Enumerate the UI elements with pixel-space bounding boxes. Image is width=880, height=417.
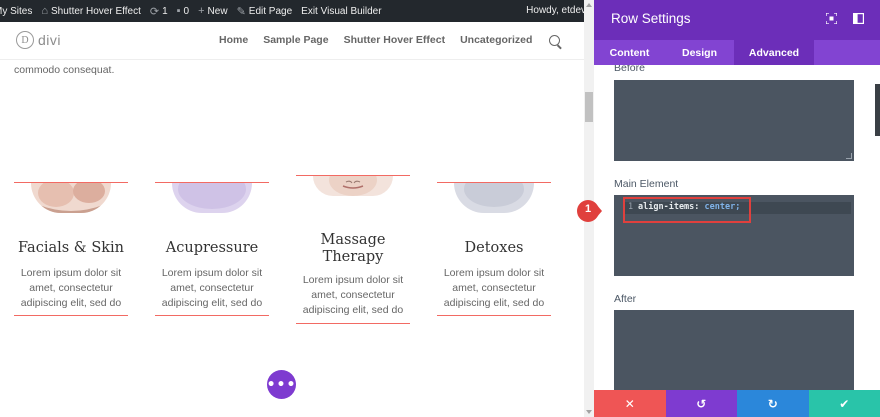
card-desc-line-1: Lorem ipsum dolor sit (20, 267, 122, 279)
main-nav: Home Sample Page Shutter Hover Effect Un… (219, 34, 561, 46)
intro-text: commodo consequat. (14, 64, 115, 76)
new-label: New (207, 5, 228, 17)
exit-builder-label: Exit Visual Builder (301, 5, 382, 17)
edit-page-label: Edit Page (248, 5, 293, 17)
annotation-callout: 1 (576, 199, 602, 223)
card-image-acupressure (172, 183, 252, 213)
panel-tabs: Content Design Advanced (594, 40, 880, 65)
nav-home[interactable]: Home (219, 34, 248, 46)
tab-content[interactable]: Content (594, 40, 665, 65)
card-bottom-border (14, 315, 128, 316)
callout-number: 1 (584, 203, 592, 215)
site-name-link[interactable]: ⌂ Shutter Hover Effect (41, 5, 141, 17)
tab-design[interactable]: Design (665, 40, 734, 65)
panel-footer: ✕ ↺ ↻ ✔ (594, 390, 880, 417)
my-sites-label: My Sites (0, 5, 33, 17)
card-desc-line-1: Lorem ipsum dolor sit (161, 267, 263, 279)
expand-icon[interactable] (826, 13, 837, 24)
before-label: Before (614, 65, 645, 74)
card-desc-line-2: amet, consectetur (311, 289, 395, 301)
card-title-line-2: Therapy (322, 249, 384, 265)
account-menu[interactable]: Howdy, etdev (526, 5, 586, 16)
discard-button[interactable]: ✕ (594, 390, 666, 417)
wp-admin-bar: My Sites ⌂ Shutter Hover Effect ⟳ 1 ▪ 0 … (0, 0, 594, 22)
close-icon: ✕ (624, 396, 635, 411)
scroll-down-icon[interactable] (586, 410, 592, 414)
exit-visual-builder-link[interactable]: Exit Visual Builder (301, 6, 381, 17)
after-css-editor[interactable] (614, 310, 854, 390)
card-desc-line-2: amet, consectetur (452, 282, 536, 294)
search-icon[interactable] (549, 35, 561, 46)
save-button[interactable]: ✔ (808, 390, 880, 417)
my-sites-link[interactable]: My Sites (0, 6, 32, 17)
card-image-massage (313, 176, 393, 196)
card-desc-line-1: Lorem ipsum dolor sit (443, 267, 545, 279)
comments-count: 0 (183, 5, 190, 17)
card-image-facials (31, 183, 111, 213)
card-title-line-1: Massage (320, 232, 386, 248)
tab-advanced[interactable]: Advanced (734, 40, 814, 65)
builder-more-button[interactable]: ••• (267, 370, 296, 399)
nav-shutter-hover-effect[interactable]: Shutter Hover Effect (344, 34, 446, 46)
card-desc-line-3: adipiscing elit, sed do (443, 297, 545, 309)
card-bottom-border (296, 323, 410, 324)
edit-page-link[interactable]: ✎ Edit Page (237, 5, 293, 18)
panel-title: Row Settings (611, 11, 691, 26)
site-header: D divi Home Sample Page Shutter Hover Ef… (0, 22, 584, 60)
comment-icon: ▪ (176, 5, 181, 17)
check-icon: ✔ (839, 396, 850, 411)
card-title: Acupressure (165, 240, 259, 256)
site-logo[interactable]: D divi (16, 31, 61, 49)
undo-button[interactable]: ↺ (665, 390, 737, 417)
scroll-up-icon[interactable] (586, 3, 592, 7)
scrollbar-thumb[interactable] (585, 92, 593, 122)
sidebar-dock-icon[interactable] (853, 13, 864, 24)
new-content-link[interactable]: + New (198, 5, 227, 17)
card-title: Detoxes (464, 240, 524, 256)
card-desc-line-2: amet, consectetur (170, 282, 254, 294)
before-css-editor[interactable] (614, 80, 854, 161)
main-element-label: Main Element (614, 178, 679, 190)
undo-icon: ↺ (696, 396, 707, 411)
card-bottom-border (155, 315, 269, 316)
panel-header: Row Settings (594, 0, 880, 40)
card-desc-line-2: amet, consectetur (29, 282, 113, 294)
plus-icon: + (198, 5, 205, 17)
logo-text: divi (38, 32, 62, 48)
after-label: After (614, 293, 637, 305)
page-content: commodo consequat. Facials & Skin Lorem … (0, 61, 584, 417)
updates-link[interactable]: ⟳ 1 (150, 5, 168, 18)
annotation-highlight-box (623, 197, 751, 223)
panel-scrollbar[interactable] (875, 84, 880, 136)
card-desc-line-3: adipiscing elit, sed do (161, 297, 263, 309)
card-desc-line-3: adipiscing elit, sed do (302, 304, 404, 316)
nav-sample-page[interactable]: Sample Page (263, 34, 328, 46)
redo-icon: ↻ (767, 396, 778, 411)
logo-mark: D (16, 31, 34, 49)
panel-body: Before Main Element 1 align-items: cente… (594, 65, 880, 390)
card-desc-line-1: Lorem ipsum dolor sit (302, 274, 404, 286)
card-bottom-border (437, 315, 551, 316)
nav-uncategorized[interactable]: Uncategorized (460, 34, 532, 46)
card-image-detoxes (454, 183, 534, 213)
site-name-label: Shutter Hover Effect (51, 5, 141, 17)
redo-button[interactable]: ↻ (737, 390, 809, 417)
resize-handle-icon[interactable] (846, 153, 852, 159)
card-title: Facials & Skin (17, 240, 125, 256)
updates-count: 1 (162, 5, 168, 17)
refresh-icon: ⟳ (149, 5, 160, 18)
home-icon: ⌂ (41, 5, 48, 17)
pencil-icon: ✎ (236, 5, 246, 18)
card-desc-line-3: adipiscing elit, sed do (20, 297, 122, 309)
comments-link[interactable]: ▪ 0 (177, 5, 189, 17)
